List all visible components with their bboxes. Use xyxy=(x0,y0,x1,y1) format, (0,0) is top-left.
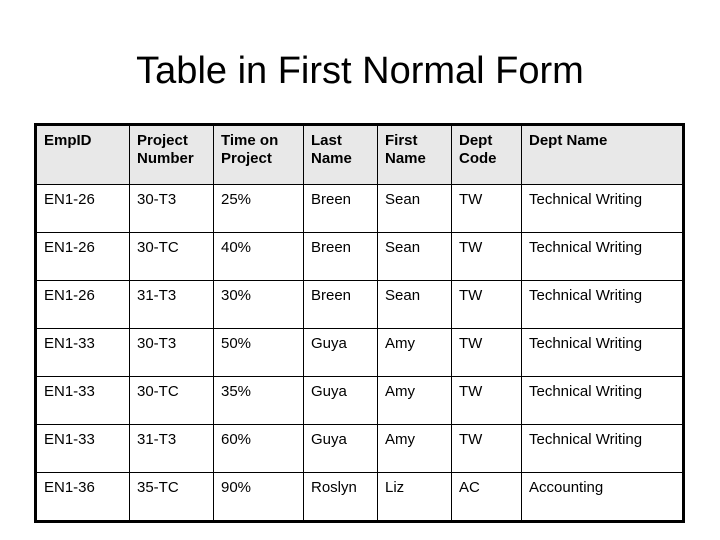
cell-dept-name: Technical Writing xyxy=(521,328,684,377)
cell-first-name: Sean xyxy=(377,184,452,233)
table-row: EN1-33 31-T3 60% Guya Amy TW Technical W… xyxy=(35,424,684,473)
cell-emp-id: EN1-36 xyxy=(35,472,130,522)
column-header-last-name: Last Name xyxy=(303,124,378,185)
cell-dept-code: TW xyxy=(451,280,522,329)
cell-project-number: 30-TC xyxy=(129,376,214,425)
table-row: EN1-26 30-T3 25% Breen Sean TW Technical… xyxy=(35,184,684,233)
table-body: EN1-26 30-T3 25% Breen Sean TW Technical… xyxy=(35,184,684,522)
table-container: EmpID Project Number Time on Project Las… xyxy=(34,123,685,523)
column-header-time-on-project: Time on Project xyxy=(213,124,304,185)
cell-project-number: 31-T3 xyxy=(129,280,214,329)
cell-dept-name: Technical Writing xyxy=(521,280,684,329)
cell-time-on-project: 40% xyxy=(213,232,304,281)
cell-project-number: 30-T3 xyxy=(129,184,214,233)
cell-last-name: Breen xyxy=(303,232,378,281)
cell-dept-code: TW xyxy=(451,184,522,233)
cell-time-on-project: 60% xyxy=(213,424,304,473)
cell-emp-id: EN1-26 xyxy=(35,280,130,329)
cell-time-on-project: 50% xyxy=(213,328,304,377)
cell-dept-name: Accounting xyxy=(521,472,684,522)
column-header-first-name: First Name xyxy=(377,124,452,185)
cell-dept-name: Technical Writing xyxy=(521,424,684,473)
cell-project-number: 30-T3 xyxy=(129,328,214,377)
cell-emp-id: EN1-26 xyxy=(35,184,130,233)
table-row: EN1-36 35-TC 90% Roslyn Liz AC Accountin… xyxy=(35,472,684,522)
table-row: EN1-26 31-T3 30% Breen Sean TW Technical… xyxy=(35,280,684,329)
column-header-project-number: Project Number xyxy=(129,124,214,185)
cell-first-name: Sean xyxy=(377,280,452,329)
cell-project-number: 35-TC xyxy=(129,472,214,522)
cell-time-on-project: 35% xyxy=(213,376,304,425)
column-header-dept-code: Dept Code xyxy=(451,124,522,185)
slide-canvas: Table in First Normal Form EmpID Project… xyxy=(0,0,720,540)
cell-dept-code: AC xyxy=(451,472,522,522)
cell-project-number: 30-TC xyxy=(129,232,214,281)
cell-first-name: Liz xyxy=(377,472,452,522)
cell-dept-code: TW xyxy=(451,328,522,377)
table-header-row: EmpID Project Number Time on Project Las… xyxy=(35,124,684,185)
cell-emp-id: EN1-33 xyxy=(35,376,130,425)
cell-first-name: Sean xyxy=(377,232,452,281)
cell-last-name: Guya xyxy=(303,376,378,425)
cell-first-name: Amy xyxy=(377,424,452,473)
cell-dept-name: Technical Writing xyxy=(521,184,684,233)
cell-emp-id: EN1-33 xyxy=(35,424,130,473)
page-title: Table in First Normal Form xyxy=(136,50,584,92)
first-normal-form-table: EmpID Project Number Time on Project Las… xyxy=(34,123,685,523)
cell-project-number: 31-T3 xyxy=(129,424,214,473)
column-header-dept-name: Dept Name xyxy=(521,124,684,185)
column-header-emp-id: EmpID xyxy=(35,124,130,185)
cell-dept-name: Technical Writing xyxy=(521,376,684,425)
table-header: EmpID Project Number Time on Project Las… xyxy=(35,124,684,185)
table-row: EN1-33 30-TC 35% Guya Amy TW Technical W… xyxy=(35,376,684,425)
cell-first-name: Amy xyxy=(377,328,452,377)
cell-time-on-project: 30% xyxy=(213,280,304,329)
cell-last-name: Breen xyxy=(303,280,378,329)
cell-first-name: Amy xyxy=(377,376,452,425)
cell-last-name: Guya xyxy=(303,424,378,473)
table-row: EN1-26 30-TC 40% Breen Sean TW Technical… xyxy=(35,232,684,281)
cell-emp-id: EN1-33 xyxy=(35,328,130,377)
cell-dept-code: TW xyxy=(451,232,522,281)
cell-dept-name: Technical Writing xyxy=(521,232,684,281)
cell-last-name: Roslyn xyxy=(303,472,378,522)
cell-last-name: Guya xyxy=(303,328,378,377)
cell-time-on-project: 25% xyxy=(213,184,304,233)
cell-emp-id: EN1-26 xyxy=(35,232,130,281)
cell-dept-code: TW xyxy=(451,424,522,473)
cell-time-on-project: 90% xyxy=(213,472,304,522)
cell-last-name: Breen xyxy=(303,184,378,233)
cell-dept-code: TW xyxy=(451,376,522,425)
table-row: EN1-33 30-T3 50% Guya Amy TW Technical W… xyxy=(35,328,684,377)
